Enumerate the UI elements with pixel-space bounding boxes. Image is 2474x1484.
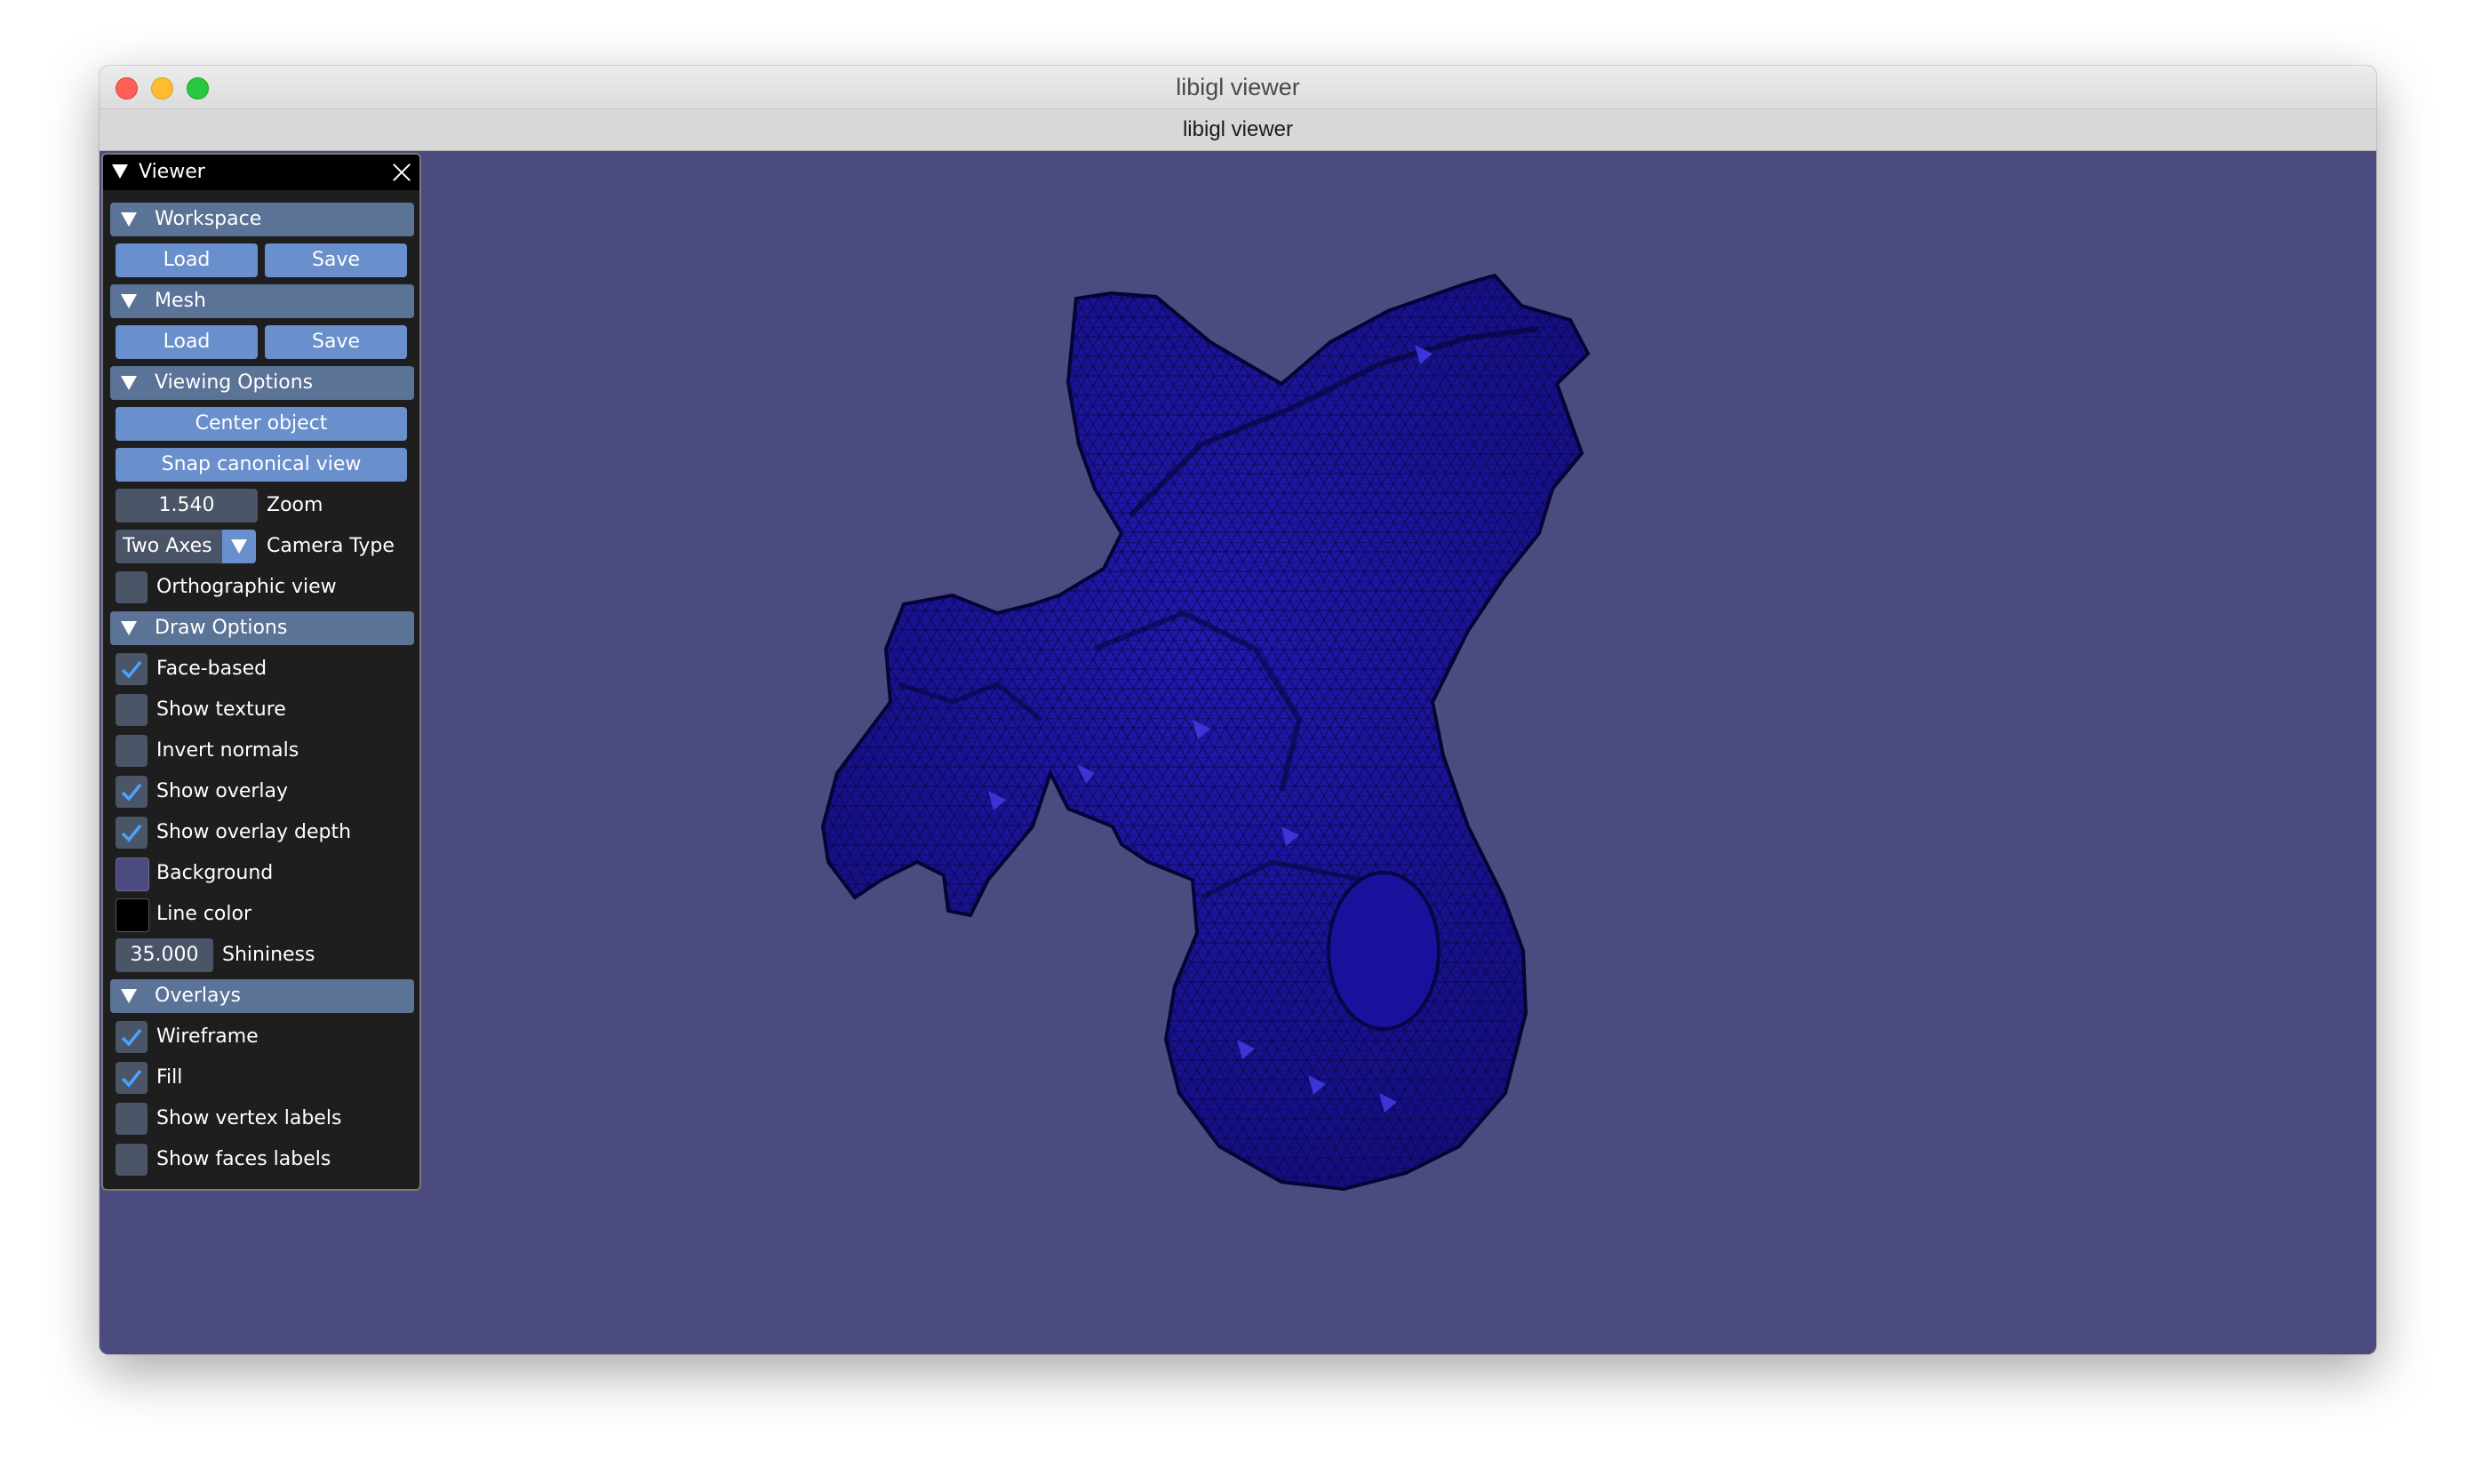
section-draw-options[interactable]: Draw Options (110, 611, 414, 645)
checkmark-icon (121, 824, 142, 842)
camera-type-select[interactable]: Two Axes (116, 530, 229, 563)
line-color-swatch[interactable] (116, 898, 149, 932)
window-title: libigl viewer (1176, 74, 1300, 100)
camera-type-label: Camera Type (267, 535, 395, 557)
show-vertex-labels-label: Show vertex labels (156, 1107, 342, 1129)
section-label: Viewing Options (155, 371, 314, 394)
face-based-checkbox[interactable] (116, 653, 148, 685)
camera-type-dropdown-button[interactable] (222, 530, 256, 563)
zoom-input[interactable]: 1.540 (116, 489, 258, 523)
shininess-label: Shininess (222, 944, 315, 966)
shininess-input[interactable]: 35.000 (116, 938, 213, 972)
collapse-triangle-icon[interactable] (121, 294, 137, 308)
collapse-triangle-icon[interactable] (112, 164, 128, 179)
section-overlays[interactable]: Overlays (110, 979, 414, 1013)
show-overlay-label: Show overlay (156, 780, 289, 802)
center-object-button[interactable]: Center object (116, 407, 407, 441)
face-based-label: Face-based (156, 658, 267, 680)
workspace-save-button[interactable]: Save (265, 243, 407, 277)
fill-label: Fill (156, 1066, 183, 1089)
section-workspace[interactable]: Workspace (110, 203, 414, 236)
show-overlay-depth-label: Show overlay depth (156, 821, 352, 843)
background-label: Background (156, 862, 274, 884)
show-texture-label: Show texture (156, 698, 286, 721)
zoom-label: Zoom (267, 494, 323, 516)
show-texture-checkbox[interactable] (116, 694, 148, 726)
3d-viewport[interactable] (100, 151, 2376, 1354)
checkmark-icon (121, 783, 142, 802)
background-color-swatch[interactable] (116, 858, 149, 891)
checkmark-icon (121, 1028, 142, 1047)
section-label: Draw Options (155, 617, 288, 639)
viewer-panel: Viewer Workspace Load Save Mesh Load Sav… (101, 153, 421, 1191)
section-viewing-options[interactable]: Viewing Options (110, 366, 414, 400)
show-faces-labels-label: Show faces labels (156, 1148, 331, 1170)
panel-title-bar[interactable]: Viewer (103, 155, 419, 190)
snap-canonical-view-button[interactable]: Snap canonical view (116, 448, 407, 482)
app-window: libigl viewer libigl viewer Viewer Works… (100, 66, 2376, 1354)
mesh-save-button[interactable]: Save (265, 325, 407, 359)
section-label: Mesh (155, 290, 206, 312)
show-overlay-depth-checkbox[interactable] (116, 817, 148, 849)
section-mesh[interactable]: Mesh (110, 284, 414, 318)
checkmark-icon (121, 1069, 142, 1088)
title-bar: libigl viewer (100, 66, 2376, 109)
section-label: Workspace (155, 208, 262, 230)
checkmark-icon (121, 660, 142, 679)
show-faces-labels-checkbox[interactable] (116, 1144, 148, 1176)
gargoyle-mesh (820, 273, 1591, 1192)
panel-title: Viewer (139, 161, 205, 183)
wireframe-checkbox[interactable] (116, 1021, 148, 1053)
close-icon[interactable] (391, 162, 412, 183)
section-label: Overlays (155, 985, 241, 1007)
invert-normals-label: Invert normals (156, 739, 299, 762)
collapse-triangle-icon[interactable] (121, 621, 137, 635)
mesh-render[interactable] (100, 151, 2376, 1354)
orthographic-checkbox[interactable] (116, 571, 148, 603)
chevron-down-icon (231, 539, 247, 554)
orthographic-label: Orthographic view (156, 576, 337, 598)
collapse-triangle-icon[interactable] (121, 212, 137, 227)
tab-bar: libigl viewer (100, 109, 2376, 151)
line-color-label: Line color (156, 903, 252, 925)
collapse-triangle-icon[interactable] (121, 376, 137, 390)
show-vertex-labels-checkbox[interactable] (116, 1103, 148, 1135)
mesh-load-button[interactable]: Load (116, 325, 258, 359)
invert-normals-checkbox[interactable] (116, 735, 148, 767)
workspace-load-button[interactable]: Load (116, 243, 258, 277)
tab-title: libigl viewer (1182, 117, 1294, 141)
show-overlay-checkbox[interactable] (116, 776, 148, 808)
fill-checkbox[interactable] (116, 1062, 148, 1094)
collapse-triangle-icon[interactable] (121, 989, 137, 1003)
wireframe-label: Wireframe (156, 1025, 259, 1048)
